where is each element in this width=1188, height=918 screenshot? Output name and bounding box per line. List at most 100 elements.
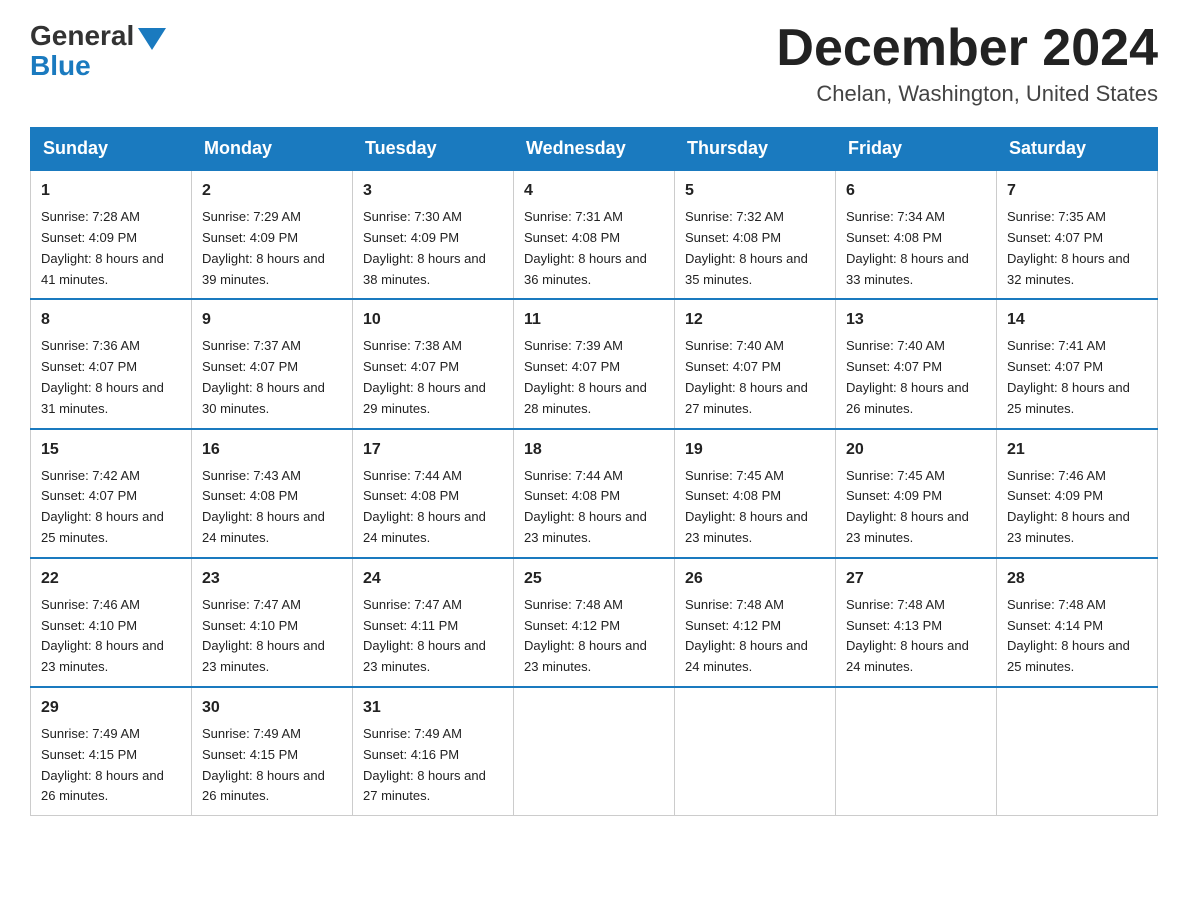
day-number: 25 [524,567,664,591]
day-number: 30 [202,696,342,720]
calendar-week-2: 8 Sunrise: 7:36 AMSunset: 4:07 PMDaylight… [31,299,1158,428]
day-number: 29 [41,696,181,720]
day-info: Sunrise: 7:30 AMSunset: 4:09 PMDaylight:… [363,207,503,290]
calendar-cell: 4 Sunrise: 7:31 AMSunset: 4:08 PMDaylight… [514,170,675,299]
day-number: 10 [363,308,503,332]
calendar-header-sunday: Sunday [31,128,192,171]
day-info: Sunrise: 7:38 AMSunset: 4:07 PMDaylight:… [363,336,503,419]
day-number: 5 [685,179,825,203]
day-number: 7 [1007,179,1147,203]
day-info: Sunrise: 7:46 AMSunset: 4:09 PMDaylight:… [1007,466,1147,549]
calendar-cell: 5 Sunrise: 7:32 AMSunset: 4:08 PMDaylight… [675,170,836,299]
day-info: Sunrise: 7:34 AMSunset: 4:08 PMDaylight:… [846,207,986,290]
day-info: Sunrise: 7:44 AMSunset: 4:08 PMDaylight:… [524,466,664,549]
day-number: 16 [202,438,342,462]
calendar-cell [514,687,675,816]
page-header: General Blue December 2024 Chelan, Washi… [30,20,1158,107]
calendar-cell: 30 Sunrise: 7:49 AMSunset: 4:15 PMDayligh… [192,687,353,816]
day-info: Sunrise: 7:46 AMSunset: 4:10 PMDaylight:… [41,595,181,678]
calendar-cell: 13 Sunrise: 7:40 AMSunset: 4:07 PMDayligh… [836,299,997,428]
day-info: Sunrise: 7:40 AMSunset: 4:07 PMDaylight:… [846,336,986,419]
logo-triangle-icon [138,28,166,50]
calendar-header-tuesday: Tuesday [353,128,514,171]
day-number: 20 [846,438,986,462]
calendar-cell: 17 Sunrise: 7:44 AMSunset: 4:08 PMDayligh… [353,429,514,558]
day-info: Sunrise: 7:48 AMSunset: 4:12 PMDaylight:… [685,595,825,678]
calendar-header-wednesday: Wednesday [514,128,675,171]
day-number: 27 [846,567,986,591]
location-subtitle: Chelan, Washington, United States [776,81,1158,107]
day-number: 13 [846,308,986,332]
day-info: Sunrise: 7:41 AMSunset: 4:07 PMDaylight:… [1007,336,1147,419]
day-info: Sunrise: 7:35 AMSunset: 4:07 PMDaylight:… [1007,207,1147,290]
day-number: 31 [363,696,503,720]
day-number: 28 [1007,567,1147,591]
calendar-cell: 1Sunrise: 7:28 AMSunset: 4:09 PMDaylight… [31,170,192,299]
calendar-cell: 31 Sunrise: 7:49 AMSunset: 4:16 PMDayligh… [353,687,514,816]
day-info: Sunrise: 7:48 AMSunset: 4:13 PMDaylight:… [846,595,986,678]
calendar-cell: 22Sunrise: 7:46 AMSunset: 4:10 PMDayligh… [31,558,192,687]
calendar-week-4: 22Sunrise: 7:46 AMSunset: 4:10 PMDayligh… [31,558,1158,687]
month-title: December 2024 [776,20,1158,77]
calendar-cell: 11Sunrise: 7:39 AMSunset: 4:07 PMDayligh… [514,299,675,428]
logo-blue-text: Blue [30,50,91,82]
day-info: Sunrise: 7:49 AMSunset: 4:15 PMDaylight:… [41,724,181,807]
day-info: Sunrise: 7:31 AMSunset: 4:08 PMDaylight:… [524,207,664,290]
calendar-cell: 3 Sunrise: 7:30 AMSunset: 4:09 PMDaylight… [353,170,514,299]
calendar-header-friday: Friday [836,128,997,171]
day-number: 26 [685,567,825,591]
day-number: 6 [846,179,986,203]
day-number: 4 [524,179,664,203]
calendar-cell: 8 Sunrise: 7:36 AMSunset: 4:07 PMDaylight… [31,299,192,428]
calendar-cell: 24Sunrise: 7:47 AMSunset: 4:11 PMDayligh… [353,558,514,687]
calendar-cell: 10 Sunrise: 7:38 AMSunset: 4:07 PMDayligh… [353,299,514,428]
day-info: Sunrise: 7:49 AMSunset: 4:15 PMDaylight:… [202,724,342,807]
calendar-cell: 12 Sunrise: 7:40 AMSunset: 4:07 PMDayligh… [675,299,836,428]
day-info: Sunrise: 7:45 AMSunset: 4:09 PMDaylight:… [846,466,986,549]
calendar-cell: 23Sunrise: 7:47 AMSunset: 4:10 PMDayligh… [192,558,353,687]
calendar-header-row: SundayMondayTuesdayWednesdayThursdayFrid… [31,128,1158,171]
calendar-header-monday: Monday [192,128,353,171]
calendar-week-5: 29 Sunrise: 7:49 AMSunset: 4:15 PMDayligh… [31,687,1158,816]
day-info: Sunrise: 7:36 AMSunset: 4:07 PMDaylight:… [41,336,181,419]
day-number: 19 [685,438,825,462]
day-number: 17 [363,438,503,462]
day-info: Sunrise: 7:45 AMSunset: 4:08 PMDaylight:… [685,466,825,549]
day-info: Sunrise: 7:29 AMSunset: 4:09 PMDaylight:… [202,207,342,290]
calendar-cell: 19 Sunrise: 7:45 AMSunset: 4:08 PMDayligh… [675,429,836,558]
calendar-cell: 26 Sunrise: 7:48 AMSunset: 4:12 PMDayligh… [675,558,836,687]
logo: General Blue [30,20,166,82]
calendar-cell: 28 Sunrise: 7:48 AMSunset: 4:14 PMDayligh… [997,558,1158,687]
day-info: Sunrise: 7:48 AMSunset: 4:14 PMDaylight:… [1007,595,1147,678]
calendar-cell: 29 Sunrise: 7:49 AMSunset: 4:15 PMDayligh… [31,687,192,816]
day-info: Sunrise: 7:40 AMSunset: 4:07 PMDaylight:… [685,336,825,419]
calendar-table: SundayMondayTuesdayWednesdayThursdayFrid… [30,127,1158,816]
day-info: Sunrise: 7:28 AMSunset: 4:09 PMDaylight:… [41,207,181,290]
day-info: Sunrise: 7:49 AMSunset: 4:16 PMDaylight:… [363,724,503,807]
calendar-cell: 16Sunrise: 7:43 AMSunset: 4:08 PMDayligh… [192,429,353,558]
day-info: Sunrise: 7:44 AMSunset: 4:08 PMDaylight:… [363,466,503,549]
day-info: Sunrise: 7:48 AMSunset: 4:12 PMDaylight:… [524,595,664,678]
day-number: 21 [1007,438,1147,462]
title-area: December 2024 Chelan, Washington, United… [776,20,1158,107]
day-number: 8 [41,308,181,332]
calendar-cell: 6 Sunrise: 7:34 AMSunset: 4:08 PMDaylight… [836,170,997,299]
day-number: 3 [363,179,503,203]
calendar-header-saturday: Saturday [997,128,1158,171]
calendar-cell: 7 Sunrise: 7:35 AMSunset: 4:07 PMDaylight… [997,170,1158,299]
calendar-cell: 18 Sunrise: 7:44 AMSunset: 4:08 PMDayligh… [514,429,675,558]
day-number: 18 [524,438,664,462]
day-info: Sunrise: 7:47 AMSunset: 4:10 PMDaylight:… [202,595,342,678]
calendar-header-thursday: Thursday [675,128,836,171]
day-info: Sunrise: 7:42 AMSunset: 4:07 PMDaylight:… [41,466,181,549]
day-info: Sunrise: 7:32 AMSunset: 4:08 PMDaylight:… [685,207,825,290]
calendar-cell: 27 Sunrise: 7:48 AMSunset: 4:13 PMDayligh… [836,558,997,687]
calendar-week-1: 1Sunrise: 7:28 AMSunset: 4:09 PMDaylight… [31,170,1158,299]
logo-general-text: General [30,20,134,52]
calendar-cell: 20 Sunrise: 7:45 AMSunset: 4:09 PMDayligh… [836,429,997,558]
calendar-cell: 9Sunrise: 7:37 AMSunset: 4:07 PMDaylight… [192,299,353,428]
calendar-cell: 25 Sunrise: 7:48 AMSunset: 4:12 PMDayligh… [514,558,675,687]
day-number: 24 [363,567,503,591]
day-number: 9 [202,308,342,332]
day-number: 12 [685,308,825,332]
